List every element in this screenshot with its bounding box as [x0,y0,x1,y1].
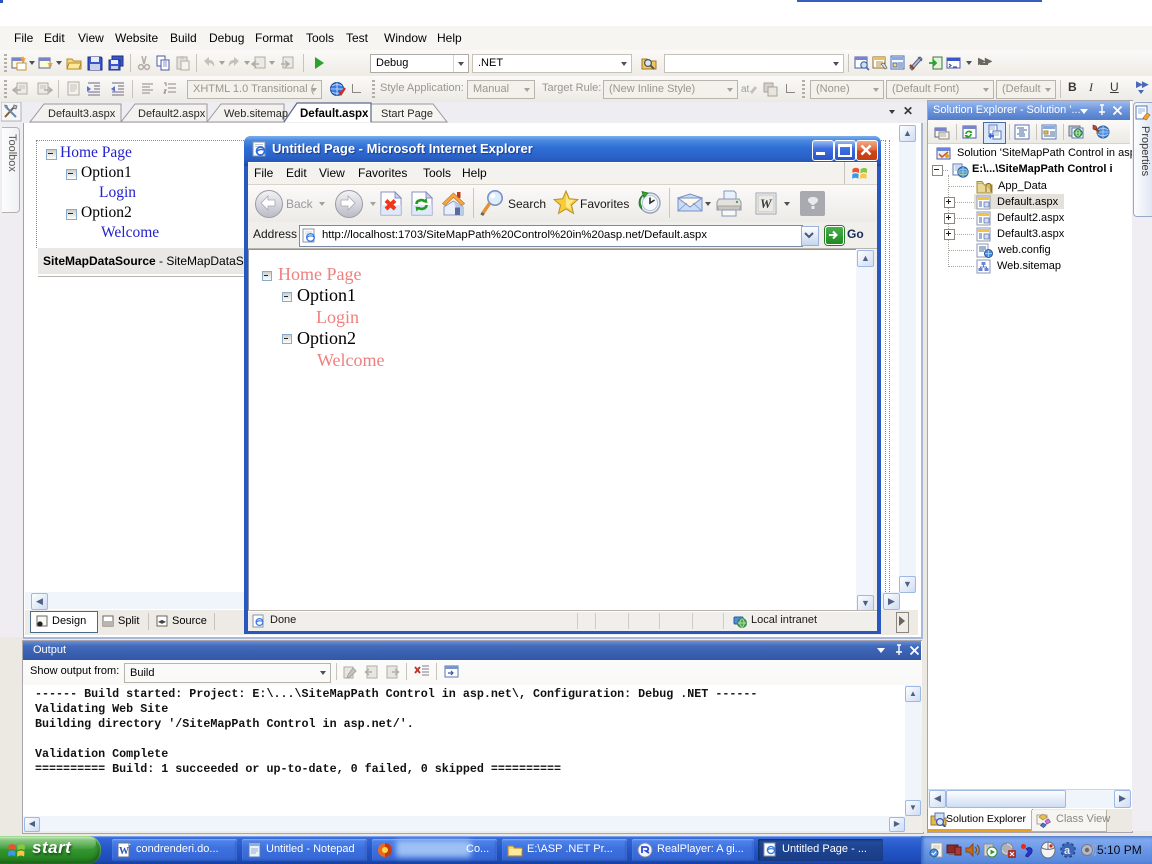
svg-text:Start Page: Start Page [381,108,433,120]
svg-text:Default.aspx: Default.aspx [300,108,369,120]
svg-text:Default2.aspx: Default2.aspx [138,108,206,120]
svg-text:Default3.aspx: Default3.aspx [48,108,116,120]
svg-text:at: at [741,84,750,95]
svg-text:Web.sitemap: Web.sitemap [224,108,288,120]
svg-text:a: a [1064,845,1071,857]
svg-text:W: W [760,196,773,211]
svg-text:W: W [119,846,129,857]
svg-text:◂▸: ◂▸ [158,617,166,626]
